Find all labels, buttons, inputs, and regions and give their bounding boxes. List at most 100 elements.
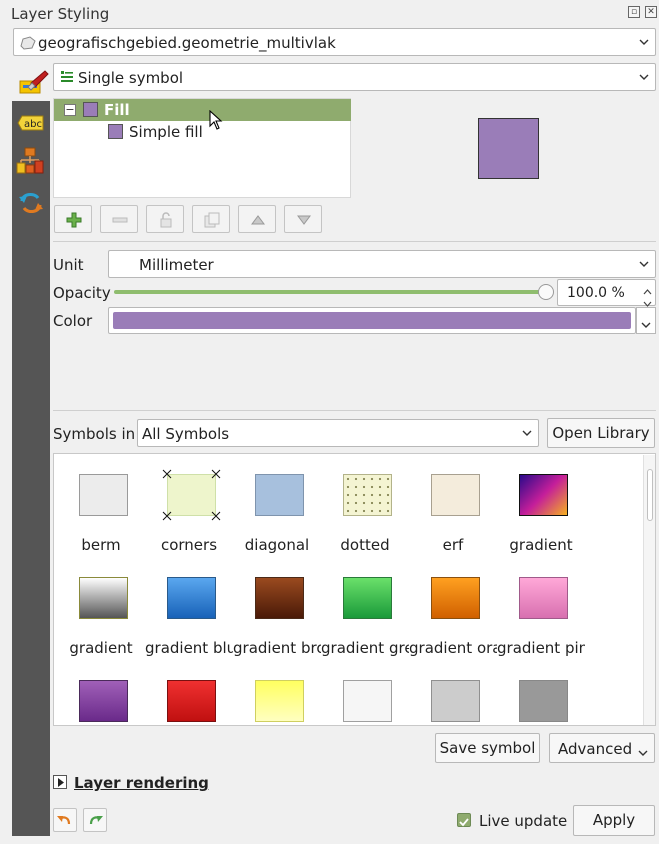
corner-marks-icon [162,469,221,521]
duplicate-symbol-layer-button[interactable] [192,205,230,233]
opacity-spinbox[interactable]: 100.0 % [557,279,656,307]
tree-item-simple-fill[interactable]: Simple fill [54,121,351,143]
symbol-thumbnail [79,680,128,722]
symbol-name: diagonal [244,536,310,554]
symbol-name: dotted [340,536,390,554]
move-down-button[interactable] [284,205,322,233]
symbol-group-select[interactable]: All Symbols [137,419,539,447]
symbol-tile[interactable]: gradient blue [145,557,233,660]
symbol-tile[interactable]: gradient [497,454,585,557]
symbol-thumbnail [343,577,392,619]
symbol-tile[interactable]: gradient pink [497,557,585,660]
tree-item-fill[interactable]: − Fill [54,99,351,121]
spin-up-icon[interactable] [643,283,652,295]
symbol-thumbnail [431,474,480,516]
opacity-value: 100.0 % [567,285,625,301]
history-icon[interactable] [16,189,46,217]
symbols-in-label: Symbols in [53,425,136,443]
color-menu-button[interactable] [636,307,656,334]
symbol-tile[interactable]: erf [409,454,497,557]
float-icon[interactable]: ▫ [628,6,640,18]
symbol-tile[interactable]: grey dark [497,660,585,725]
symbol-thumbnail [519,474,568,516]
single-symbol-icon [60,70,74,90]
advanced-button[interactable]: Advanced [549,733,655,763]
remove-symbol-layer-button[interactable] [100,205,138,233]
symbol-tile[interactable]: gradient red [145,660,233,725]
renderer-select-value: Single symbol [78,69,184,87]
move-up-button[interactable] [238,205,276,233]
save-symbol-button[interactable]: Save symbol [435,733,540,763]
abc-label-icon[interactable]: abc [16,113,46,141]
divider [53,410,656,411]
paintbrush-icon[interactable] [17,67,49,97]
undo-icon [57,816,71,825]
expand-arrow-icon [58,778,64,787]
undo-button[interactable] [53,808,77,832]
collapse-icon[interactable]: − [64,104,76,116]
symbol-tile[interactable]: gradient yellow [233,660,321,725]
symbol-tile[interactable]: gradient [57,557,145,660]
add-layer-icon [66,212,82,228]
redo-icon [89,816,103,825]
lock-symbol-layer-button[interactable] [146,205,184,233]
mouse-cursor-icon [209,109,223,134]
lock-layer-icon [160,212,172,228]
symbol-tile[interactable]: gradient white [321,660,409,725]
symbol-tile[interactable]: dotted [321,454,409,557]
symbol-name: berm [81,536,121,554]
symbol-thumbnail [255,680,304,722]
layer-rendering-expander[interactable] [53,775,67,789]
color-swatch [113,312,631,329]
layer-rendering-label[interactable]: Layer rendering [74,774,209,792]
add-symbol-layer-button[interactable] [54,205,92,233]
live-update-checkbox[interactable] [457,813,471,827]
scrollbar-thumb[interactable] [647,469,653,521]
symbol-thumbnail [255,577,304,619]
layer-select[interactable]: geografischgebied.geometrie_multivlak [13,28,656,56]
chevron-down-icon [639,72,649,82]
symbol-thumbnail [519,680,568,722]
apply-button[interactable]: Apply [573,805,655,836]
duplicate-layer-icon [204,212,220,228]
move-down-icon [297,215,311,225]
spin-down-icon[interactable] [643,294,652,307]
diagram-icon[interactable] [16,147,46,175]
color-button[interactable] [108,307,636,334]
symbol-name: erf [442,536,464,554]
unit-select[interactable]: Millimeter [108,250,656,278]
symbol-name: gradient brown [233,639,321,657]
opacity-slider-handle[interactable] [538,284,554,300]
open-library-button[interactable]: Open Library [547,418,655,448]
symbol-thumbnail [343,680,392,722]
symbol-tile[interactable]: berm [57,454,145,557]
panel-title: Layer Styling [11,5,110,23]
checkmark-icon [459,818,469,827]
symbol-tile[interactable]: gradient orange [409,557,497,660]
chevron-down-icon [522,428,532,438]
redo-button[interactable] [83,808,107,832]
opacity-slider[interactable] [114,290,546,294]
symbol-tile[interactable]: gradient green [321,557,409,660]
symbol-thumbnail [167,577,216,619]
symbol-tile[interactable]: diagonal [233,454,321,557]
renderer-select[interactable]: Single symbol [53,63,656,91]
symbol-name: corners [160,536,218,554]
title-bar: Layer Styling ▫ ✕ [0,0,659,28]
tree-item-simple-fill-label: Simple fill [129,123,203,141]
symbol-thumbnail [519,577,568,619]
symbol-library-grid: berm corners diagonal dotted erf gradient grad… [53,453,656,726]
divider [53,241,656,242]
symbol-thumbnail [167,680,216,722]
library-scrollbar[interactable] [643,455,655,725]
symbol-name: gradient pink [497,639,585,657]
simple-fill-swatch [108,124,123,139]
symbol-tile[interactable]: gradient brown [233,557,321,660]
symbol-tile[interactable]: gradient purple [57,660,145,725]
symbol-thumbnail [431,577,480,619]
symbol-group-value: All Symbols [142,425,230,443]
symbol-tile[interactable]: grey [409,660,497,725]
symbol-name: gradient green [321,639,409,657]
close-icon[interactable]: ✕ [645,6,657,18]
symbol-tile[interactable]: corners [145,454,233,557]
